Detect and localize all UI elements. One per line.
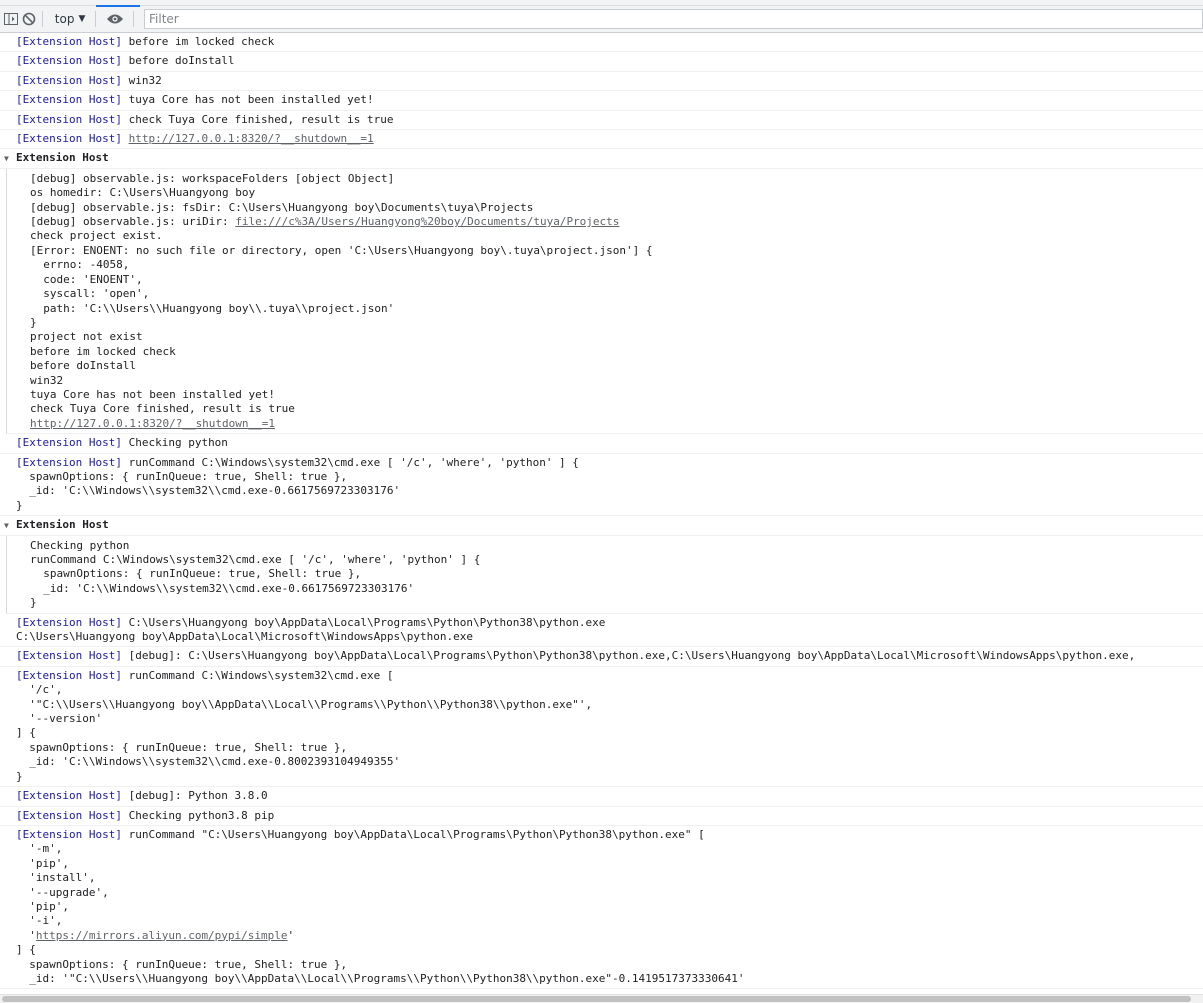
log-link[interactable]: http://127.0.0.1:8320/?__shutdown__=1 (129, 132, 374, 145)
log-message: [Extension Host] runCommand C:\Windows\s… (0, 454, 1203, 517)
log-message: [Extension Host] before doInstall (0, 52, 1203, 72)
console-output: [Extension Host] before im locked check … (0, 33, 1203, 995)
context-label: top (54, 12, 75, 26)
log-text: Checking python3.8 pip (128, 808, 275, 822)
log-prefix: [Extension Host] (16, 455, 122, 469)
clear-console-icon[interactable] (22, 9, 36, 29)
log-message: [Extension Host] C:\Users\Huangyong boy\… (0, 614, 1203, 648)
log-text: before im locked check (128, 35, 275, 48)
log-message: [Extension Host] Checking python3.8 pip (0, 807, 1203, 826)
scrollbar-thumb[interactable] (2, 996, 1191, 1002)
active-indicator (96, 5, 141, 7)
log-group-header[interactable]: ▼ Extension Host (0, 516, 1203, 536)
log-text: [debug]: Python 3.8.0 (128, 789, 268, 803)
log-text: check project exist. [Error: ENOENT: no … (30, 229, 653, 416)
log-link[interactable]: https://mirrors.aliyun.com/pypi/simple (36, 929, 288, 942)
log-message: [Extension Host] Checking python (0, 434, 1203, 454)
log-text: [debug] observable.js: fsDir: C:\Users\H… (30, 200, 534, 214)
toolbar-separator (42, 11, 43, 27)
log-prefix: [Extension Host] (16, 112, 122, 126)
log-prefix: [Extension Host] (16, 668, 122, 682)
group-title: Extension Host (16, 151, 109, 165)
log-group-header[interactable]: ▼ Extension Host (0, 149, 1203, 169)
log-message: [Extension Host] runCommand C:\Windows\s… (0, 667, 1203, 788)
log-message: [Extension Host] before im locked check (0, 33, 1203, 53)
log-text: tuya Core has not been installed yet! (128, 93, 374, 107)
log-prefix: [Extension Host] (16, 132, 122, 146)
expand-triangle-icon[interactable]: ▼ (4, 152, 9, 166)
log-text: Checking python runCommand C:\Windows\sy… (30, 538, 481, 610)
log-text: win32 (128, 73, 162, 87)
toolbar-separator (133, 11, 135, 27)
log-message: [Extension Host] tuya Core has not been … (0, 91, 1203, 111)
log-prefix: [Extension Host] (16, 54, 122, 68)
context-selector[interactable]: top ▼ (51, 12, 90, 26)
live-expression-button[interactable] (96, 5, 141, 32)
log-text: check Tuya Core finished, result is true (128, 112, 394, 126)
console-toolbar: top ▼ Filter (0, 5, 1203, 33)
log-prefix: [Extension Host] (16, 615, 122, 629)
log-prefix: [Extension Host] (16, 93, 122, 107)
dropdown-arrow-icon: ▼ (78, 14, 86, 24)
log-message: [Extension Host] runCommand "C:\Users\Hu… (0, 826, 1203, 990)
log-text: Checking python (128, 436, 228, 450)
group-title: Extension Host (16, 518, 109, 532)
log-text: runCommand "C:\Users\Huangyong boy\AppDa… (29, 827, 705, 942)
log-text: os homedir: C:\Users\Huangyong boy (30, 186, 256, 200)
expand-triangle-icon[interactable]: ▼ (4, 519, 9, 533)
sidebar-toggle-icon[interactable] (4, 9, 19, 29)
toolbar-separator (95, 11, 97, 27)
log-message: [Extension Host] check Tuya Core finishe… (0, 111, 1203, 131)
filter-placeholder: Filter (149, 12, 179, 26)
eye-icon (106, 14, 123, 24)
log-link[interactable]: file:///c%3A/Users/Huangyong%20boy/Docum… (235, 215, 619, 228)
log-message: [Extension Host] win32 (0, 72, 1203, 92)
log-message: [Extension Host] [debug]: Python 3.8.0 (0, 787, 1203, 807)
log-prefix: [Extension Host] (16, 73, 122, 87)
log-text: [debug] observable.js: uriDir: (30, 215, 236, 229)
horizontal-scrollbar[interactable] (0, 994, 1203, 1003)
log-prefix: [Extension Host] (16, 436, 122, 450)
log-prefix: [Extension Host] (16, 789, 122, 803)
log-message: [Extension Host] http://127.0.0.1:8320/?… (0, 130, 1203, 150)
log-prefix: [Extension Host] (16, 35, 122, 48)
log-group-body: [debug] observable.js: workspaceFolders … (6, 168, 1203, 435)
log-text: before doInstall (128, 54, 235, 68)
log-prefix: [Extension Host] (16, 649, 122, 663)
log-text: [debug]: C:\Users\Huangyong boy\AppData\… (128, 649, 1136, 663)
log-prefix: [Extension Host] (16, 808, 122, 822)
log-message: [Extension Host] [debug]: C:\Users\Huang… (0, 647, 1203, 667)
log-prefix: [Extension Host] (16, 827, 122, 841)
log-link[interactable]: http://127.0.0.1:8320/?__shutdown__=1 (30, 417, 275, 430)
log-text: runCommand C:\Windows\system32\cmd.exe [… (16, 668, 593, 783)
log-text: [debug] observable.js: workspaceFolders … (30, 171, 395, 185)
log-group-body: Checking python runCommand C:\Windows\sy… (6, 535, 1203, 614)
filter-input[interactable]: Filter (144, 9, 1203, 29)
